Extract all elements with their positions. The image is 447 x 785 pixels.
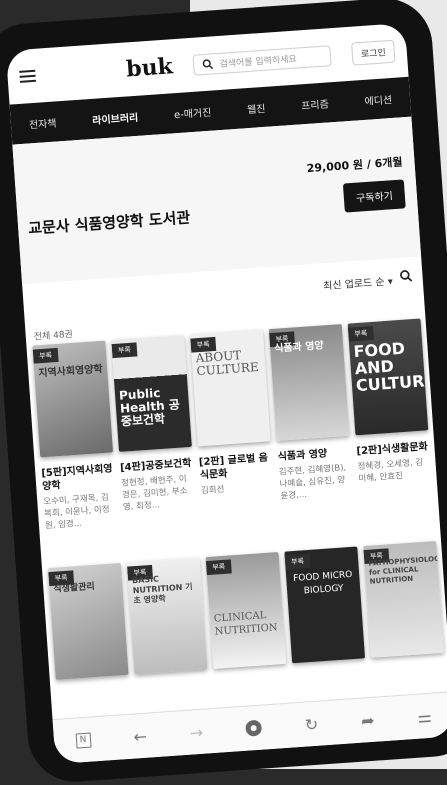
nav-item-ebook[interactable]: 전자책 xyxy=(28,114,57,131)
library-title: 교문사 식품영양학 도서관 xyxy=(27,208,191,238)
book-cover[interactable]: 부록 Public Health 공중보건학 xyxy=(111,335,192,452)
book-card[interactable]: 부록 PATHOPHYSIOLOGY for CLINICAL NUTRITIO… xyxy=(363,540,444,658)
book-authors: 정현정, 배현주, 이경은, 김미현, 부소영, 최정... xyxy=(120,474,188,513)
tablet-frame: buk 검색어를 입력하세요 로그인 전자책 라이브러리 e-매거진 웹진 프리… xyxy=(0,0,447,785)
nav-item-library[interactable]: 라이브러리 xyxy=(92,108,139,126)
nav-item-edition[interactable]: 에디션 xyxy=(364,91,392,107)
book-cover[interactable]: 부록 지역사회영양학 xyxy=(32,340,114,458)
login-button[interactable]: 로그인 xyxy=(351,39,396,66)
cover-title: FOOD MICRO BIOLOGY xyxy=(292,569,353,597)
menu-icon[interactable]: ⚌ xyxy=(417,706,433,726)
book-card[interactable]: 부록 FOOD MICRO BIOLOGY xyxy=(284,546,366,664)
search-placeholder: 검색어를 입력하세요 xyxy=(219,54,298,70)
appendix-badge: 부록 xyxy=(205,559,232,576)
book-title[interactable]: [2판]식생활문화 xyxy=(356,440,430,458)
book-cover[interactable]: 부록 ABOUT CULTURE xyxy=(190,329,271,447)
home-icon[interactable] xyxy=(245,719,263,737)
nav-item-prism[interactable]: 프리즘 xyxy=(301,95,329,112)
subscribe-button[interactable]: 구독하기 xyxy=(343,179,406,213)
cover-title: FOOD AND CULTURE xyxy=(352,338,429,396)
appendix-badge: 부록 xyxy=(284,553,311,570)
total-count: 전체 48권 xyxy=(33,329,74,343)
search-input[interactable]: 검색어를 입력하세요 xyxy=(192,44,332,76)
cover-title: PATHOPHYSIOLOGY for CLINICAL NUTRITION xyxy=(368,554,444,586)
book-card[interactable]: 부록 CLINICAL NUTRITION xyxy=(205,552,287,669)
book-cover[interactable]: 부록 식생활관리 xyxy=(47,563,129,680)
book-title[interactable]: [4판]공중보건학 xyxy=(120,457,194,475)
book-card[interactable]: 부록 ABOUT CULTURE [2판] 글로벌 음식문화 김희선 xyxy=(190,329,276,522)
subscription-price: 29,000 원 / 6개월 xyxy=(306,155,403,176)
appendix-badge: 부록 xyxy=(32,347,59,364)
nav-item-webzine[interactable]: 웹진 xyxy=(246,99,266,115)
book-title[interactable]: [5판]지역사회영양학 xyxy=(41,462,116,493)
book-grid-row-2: 부록 식생활관리 부록 BASIC NUTRITION 기초 영양학 부록 CL… xyxy=(42,540,447,681)
book-title[interactable]: 식품과 영양 xyxy=(277,446,351,464)
cover-title: BASIC NUTRITION 기초 영양학 xyxy=(131,574,193,606)
book-card[interactable]: 부록 FOOD AND CULTURE [2판]식생활문화 정혜경, 오세영, … xyxy=(347,318,434,511)
search-icon[interactable] xyxy=(399,269,413,283)
book-cover[interactable]: 부록 FOOD MICRO BIOLOGY xyxy=(284,546,366,664)
chevron-down-icon: ▾ xyxy=(387,276,394,288)
book-title[interactable]: [2판] 글로벌 음식문화 xyxy=(199,451,274,482)
tablet-screen: buk 검색어를 입력하세요 로그인 전자책 라이브러리 e-매거진 웹진 프리… xyxy=(5,22,447,765)
search-icon xyxy=(202,58,214,69)
cover-title: ABOUT CULTURE xyxy=(195,348,260,379)
book-authors: 정혜경, 오세영, 김미혜, 안효진 xyxy=(357,457,424,485)
book-card[interactable]: 부록 Public Health 공중보건학 [4판]공중보건학 정현정, 배현… xyxy=(111,335,197,527)
n-icon[interactable]: N xyxy=(75,732,92,749)
cover-title: CLINICAL NUTRITION xyxy=(213,610,278,638)
sort-dropdown[interactable]: 최신 업로드 순 ▾ xyxy=(322,272,394,293)
book-grid-row-1: 부록 지역사회영양학 [5판]지역사회영양학 오수미, 구재옥, 김복희, 이윤… xyxy=(26,318,438,532)
browser-bottom-bar: N ← → ↻ ➦ ⚌ xyxy=(52,691,447,765)
book-card[interactable]: 부록 지역사회영양학 [5판]지역사회영양학 오수미, 구재옥, 김복희, 이윤… xyxy=(32,340,118,533)
appendix-badge: 부록 xyxy=(111,342,138,359)
book-card[interactable]: 부록 식품과 영양 식품과 영양 김주현, 김혜영(B), 나예슬, 심유진, … xyxy=(268,324,355,516)
cover-title: 지역사회영양학 xyxy=(38,363,104,380)
sort-label: 최신 업로드 순 xyxy=(322,276,386,293)
book-cover[interactable]: 부록 BASIC NUTRITION 기초 영양학 xyxy=(126,557,208,675)
back-icon[interactable]: ← xyxy=(133,726,148,746)
book-card[interactable]: 부록 BASIC NUTRITION 기초 영양학 xyxy=(126,557,208,675)
book-cover[interactable]: 부록 FOOD AND CULTURE xyxy=(347,318,429,436)
book-cover[interactable]: 부록 식품과 영양 xyxy=(268,324,350,441)
share-icon[interactable]: ➦ xyxy=(360,710,375,730)
nav-item-emagazine[interactable]: e-매거진 xyxy=(173,103,212,121)
appendix-badge: 부록 xyxy=(347,325,374,342)
tablet: buk 검색어를 입력하세요 로그인 전자책 라이브러리 e-매거진 웹진 프리… xyxy=(0,0,447,785)
refresh-icon[interactable]: ↻ xyxy=(304,714,319,734)
book-cover[interactable]: 부록 PATHOPHYSIOLOGY for CLINICAL NUTRITIO… xyxy=(363,540,444,658)
hamburger-menu-icon[interactable] xyxy=(19,69,37,83)
book-card[interactable]: 부록 식생활관리 xyxy=(47,563,129,680)
book-authors: 김희선 xyxy=(200,484,225,497)
book-cover[interactable]: 부록 CLINICAL NUTRITION xyxy=(205,552,287,669)
forward-icon[interactable]: → xyxy=(189,722,204,742)
book-authors: 오수미, 구재옥, 김복희, 이윤나, 이정원, 임경... xyxy=(43,492,110,532)
cover-title: Public Health 공중보건학 xyxy=(118,385,181,429)
library-hero: 29,000 원 / 6개월 구독하기 교문사 식품영양학 도서관 xyxy=(12,116,422,285)
logo[interactable]: buk xyxy=(125,53,173,82)
book-authors: 김주현, 김혜영(B), 나예슬, 심유진, 양윤경,... xyxy=(278,463,347,502)
